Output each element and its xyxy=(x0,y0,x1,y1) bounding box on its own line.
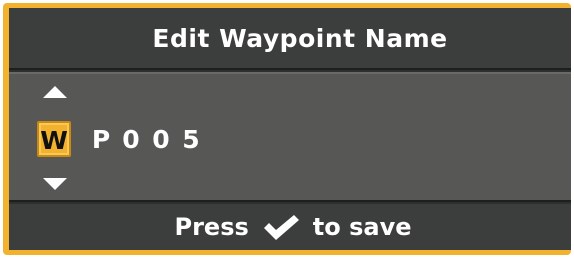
footer-hint-content: Press to save xyxy=(169,213,412,241)
edit-waypoint-dialog: Edit Waypoint Name W P 0 0 5 Press to sa… xyxy=(3,3,571,255)
scroll-up-arrow-icon[interactable] xyxy=(43,86,67,98)
character-slot[interactable]: 0 xyxy=(117,125,145,154)
footer-hint: Press to save xyxy=(9,204,571,250)
checkmark-icon xyxy=(261,213,301,241)
dialog-title: Edit Waypoint Name xyxy=(152,23,448,53)
title-bar: Edit Waypoint Name xyxy=(9,8,571,70)
character-row: W P 0 0 5 xyxy=(37,120,207,158)
character-slot[interactable]: P xyxy=(87,125,115,154)
character-slot[interactable]: 5 xyxy=(177,125,205,154)
character-slot-selected[interactable]: W xyxy=(37,121,71,157)
footer-suffix-text: to save xyxy=(312,213,412,241)
dialog-panel: Edit Waypoint Name W P 0 0 5 Press to sa… xyxy=(9,8,571,250)
scroll-down-arrow-icon[interactable] xyxy=(43,178,67,190)
name-editor: W P 0 0 5 xyxy=(9,72,571,202)
footer-prefix-text: Press xyxy=(174,213,249,241)
character-slot[interactable]: 0 xyxy=(147,125,175,154)
